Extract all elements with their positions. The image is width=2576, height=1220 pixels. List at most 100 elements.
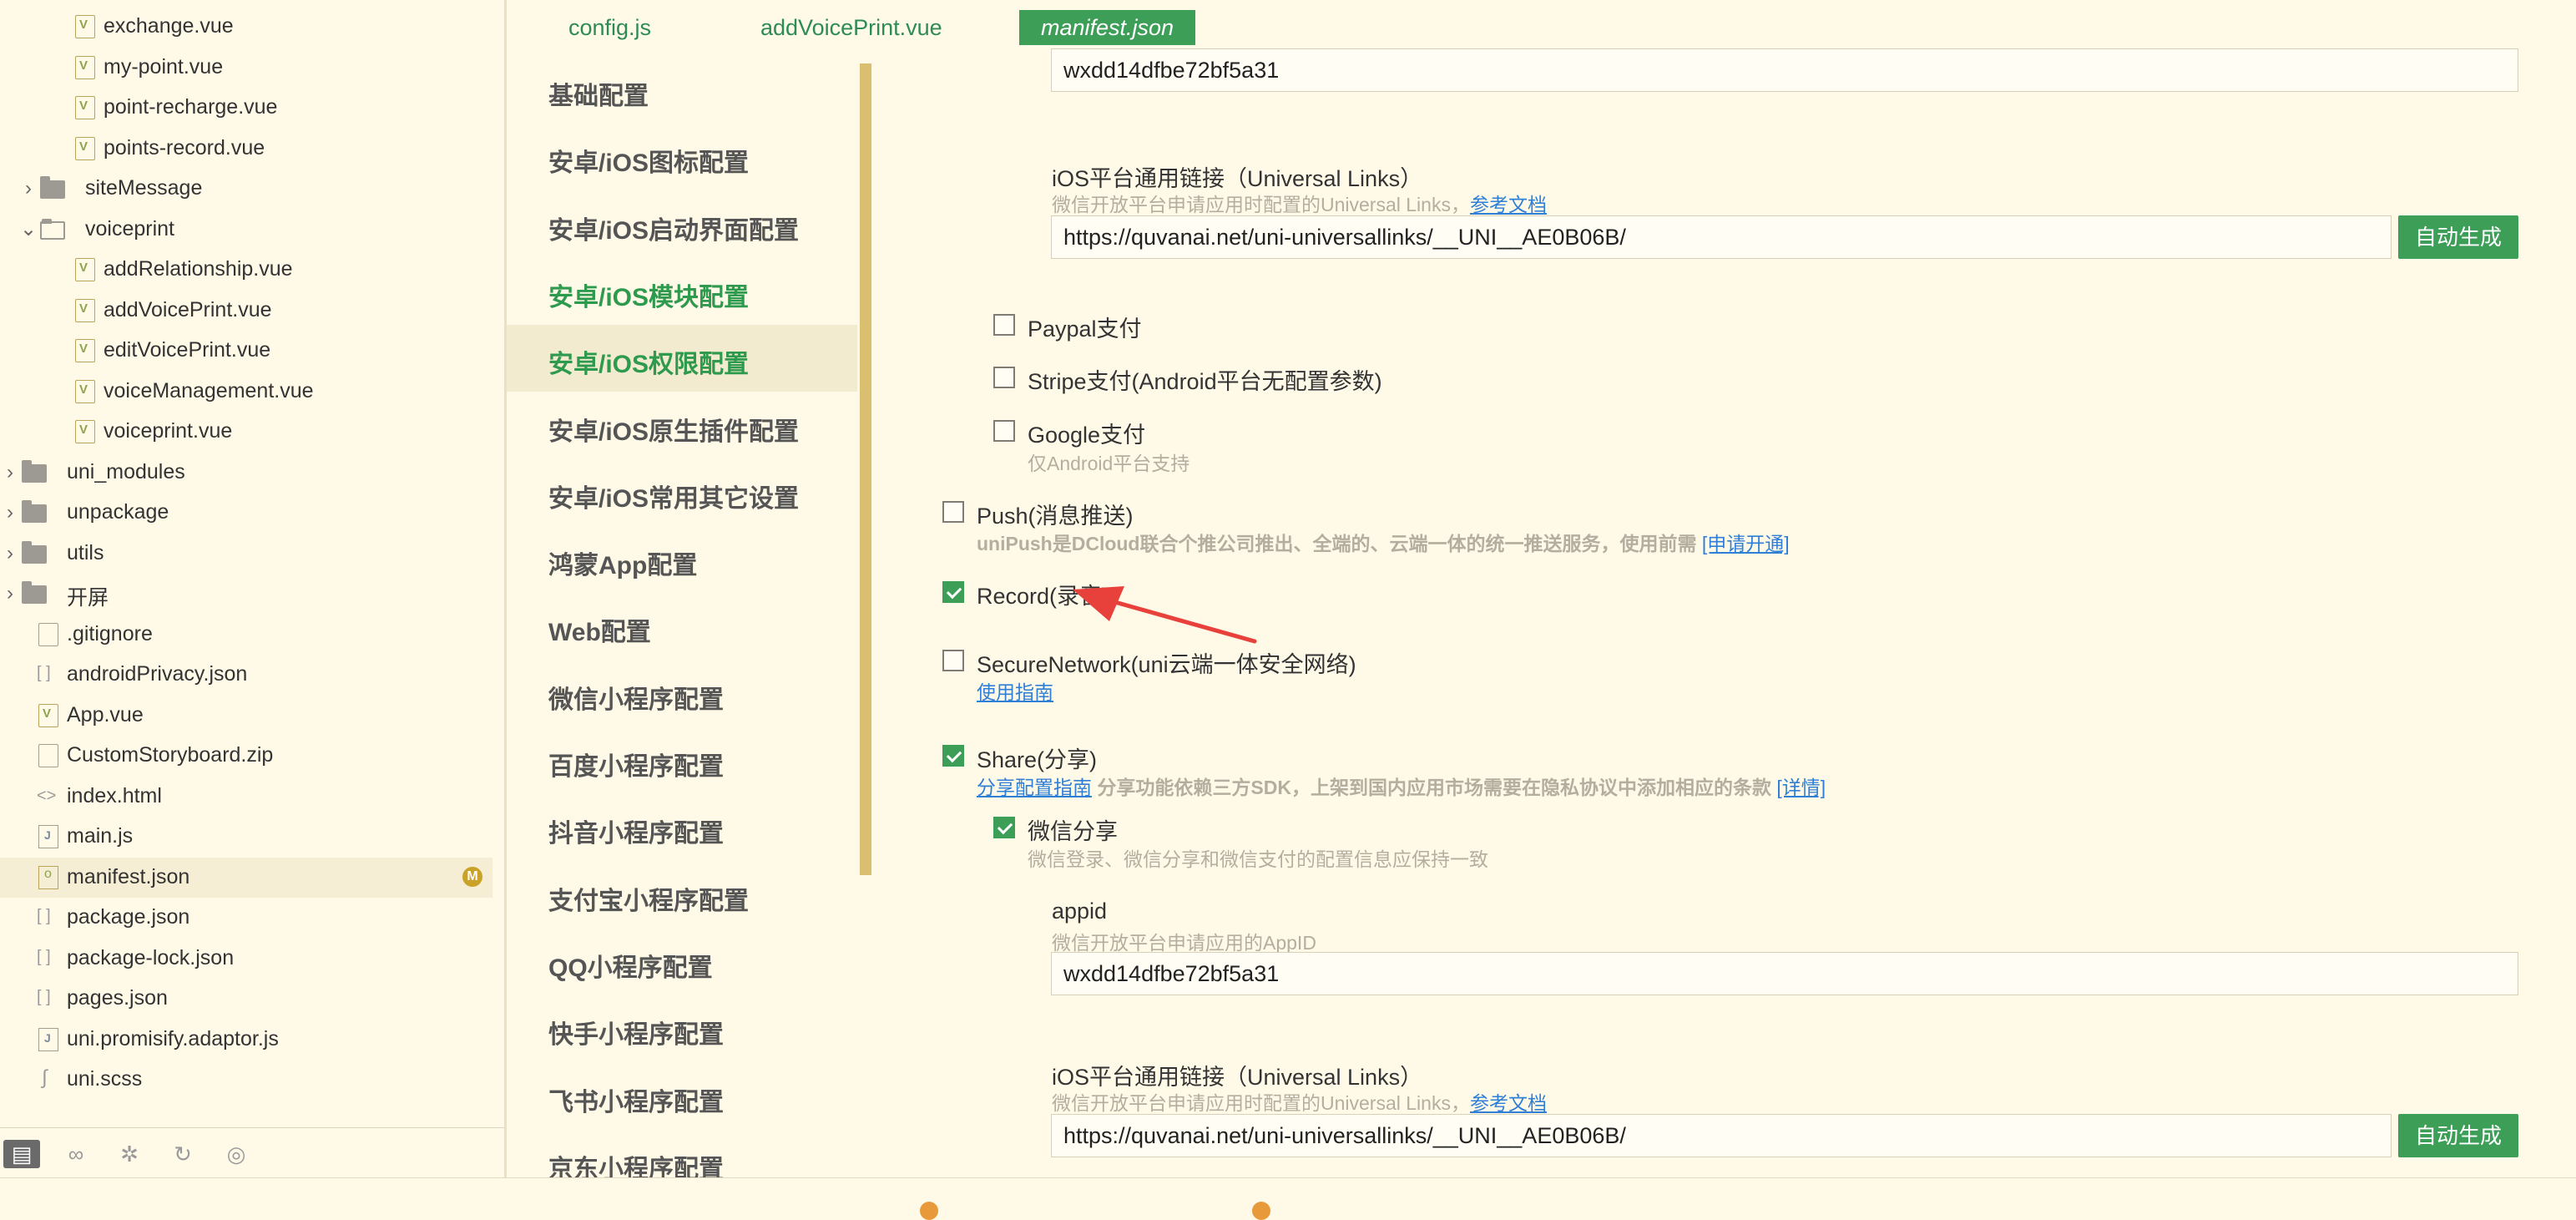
- wechat-share-label: 微信分享: [1028, 819, 1118, 844]
- wx-appid-input-top[interactable]: wxdd14dfbe72bf5a31: [1051, 48, 2518, 92]
- bug-icon[interactable]: ✲: [115, 1140, 144, 1168]
- tree-item[interactable]: main.js: [0, 817, 492, 857]
- nav-item[interactable]: 快手小程序配置: [507, 995, 857, 1062]
- tree-item[interactable]: pages.json: [0, 979, 492, 1019]
- tab-config-js[interactable]: config.js: [568, 7, 651, 48]
- reference-doc-link-2[interactable]: 参考文档: [1470, 1092, 1547, 1114]
- chevron-right-icon[interactable]: ›: [20, 177, 37, 200]
- tree-item[interactable]: uni.promisify.adaptor.js: [0, 1020, 492, 1060]
- tree-item-label: editVoicePrint.vue: [104, 338, 271, 362]
- tree-item[interactable]: androidPrivacy.json: [0, 655, 492, 695]
- push-checkbox[interactable]: [942, 501, 964, 523]
- nav-item[interactable]: 微信小程序配置: [507, 661, 857, 727]
- tree-item[interactable]: voiceprint.vue: [0, 412, 492, 452]
- google-pay-checkbox[interactable]: [993, 420, 1015, 442]
- tree-item-label: utils: [67, 540, 104, 564]
- folder-icon[interactable]: ▤: [3, 1140, 40, 1168]
- tree-item[interactable]: uni.scss: [0, 1060, 492, 1100]
- tree-item[interactable]: addRelationship.vue: [0, 250, 492, 290]
- universal-links-input-1[interactable]: https://quvanai.net/uni-universallinks/_…: [1051, 215, 2392, 259]
- chevron-right-icon[interactable]: ›: [2, 461, 18, 484]
- push-label: Push(消息推送): [977, 504, 1134, 529]
- tree-item[interactable]: App.vue: [0, 696, 492, 736]
- tree-item[interactable]: exchange.vue: [0, 7, 492, 47]
- tree-item[interactable]: index.html: [0, 777, 492, 817]
- nav-item[interactable]: 安卓/iOS常用其它设置: [507, 459, 857, 526]
- chevron-right-icon[interactable]: ›: [2, 501, 18, 524]
- nav-scrollbar[interactable]: [860, 63, 871, 875]
- globe-icon[interactable]: ◎: [222, 1140, 250, 1168]
- nav-item[interactable]: 基础配置: [507, 57, 857, 124]
- tree-item[interactable]: › siteMessage: [0, 169, 492, 209]
- nav-item[interactable]: 安卓/iOS图标配置: [507, 124, 857, 190]
- vue-file-icon: [75, 420, 95, 443]
- modified-badge: M: [462, 866, 482, 887]
- tree-item[interactable]: › 开屏: [0, 574, 492, 614]
- vue-file-icon: [38, 703, 58, 727]
- secure-network-checkbox[interactable]: [942, 650, 964, 671]
- nav-item-label: 支付宝小程序配置: [548, 887, 749, 915]
- share-checkbox[interactable]: [942, 745, 964, 767]
- tree-item[interactable]: points-record.vue: [0, 129, 492, 169]
- tree-item-label: voiceManagement.vue: [104, 378, 314, 402]
- wechat-share-hint: 微信登录、微信分享和微信支付的配置信息应保持一致: [1028, 848, 1488, 870]
- tree-item[interactable]: package-lock.json: [0, 939, 492, 979]
- usage-guide-link[interactable]: 使用指南: [977, 681, 1053, 703]
- share-hint: 分享配置指南 分享功能依赖三方SDK，上架到国内应用市场需要在隐私协议中添加相应…: [977, 777, 1826, 798]
- chevron-right-icon[interactable]: ›: [2, 542, 18, 565]
- paypal-checkbox[interactable]: [993, 314, 1015, 336]
- tree-item[interactable]: ⌄ voiceprint: [0, 210, 492, 250]
- cfg-file-icon: [38, 865, 58, 889]
- tree-item-label: CustomStoryboard.zip: [67, 743, 274, 767]
- tree-item[interactable]: editVoicePrint.vue: [0, 331, 492, 371]
- nav-item[interactable]: QQ小程序配置: [507, 929, 857, 995]
- apply-push-link[interactable]: [申请开通]: [1702, 533, 1790, 554]
- tree-item-label: main.js: [67, 824, 134, 848]
- share-detail-link[interactable]: [详情]: [1776, 777, 1826, 798]
- tab-manifest-json[interactable]: manifest.json: [1019, 10, 1196, 45]
- nav-item[interactable]: 安卓/iOS权限配置: [507, 325, 857, 392]
- chevron-right-icon[interactable]: ›: [2, 582, 18, 605]
- reference-doc-link-1[interactable]: 参考文档: [1470, 194, 1547, 215]
- nav-item[interactable]: 安卓/iOS原生插件配置: [507, 392, 857, 459]
- wechat-share-checkbox[interactable]: [993, 817, 1015, 838]
- vue-file-icon: [75, 298, 95, 322]
- nav-item[interactable]: 抖音小程序配置: [507, 794, 857, 861]
- nav-item[interactable]: 安卓/iOS模块配置: [507, 258, 857, 325]
- wx-appid-input[interactable]: wxdd14dfbe72bf5a31: [1051, 952, 2518, 995]
- auto-generate-button-1[interactable]: 自动生成: [2398, 215, 2518, 259]
- share-label: Share(分享): [977, 747, 1098, 772]
- nav-item[interactable]: Web配置: [507, 593, 857, 660]
- tree-item[interactable]: point-recharge.vue: [0, 88, 492, 128]
- tree-item[interactable]: voiceManagement.vue: [0, 372, 492, 412]
- tree-item[interactable]: manifest.json M: [0, 857, 492, 898]
- tree-item[interactable]: package.json: [0, 898, 492, 938]
- binoculars-icon[interactable]: ∞: [62, 1140, 90, 1168]
- tree-item-label: App.vue: [67, 702, 144, 726]
- auto-generate-button-2[interactable]: 自动生成: [2398, 1114, 2518, 1157]
- tree-item-label: exchange.vue: [104, 14, 234, 38]
- nav-item[interactable]: 飞书小程序配置: [507, 1063, 857, 1130]
- chevron-down-icon[interactable]: ⌄: [20, 218, 37, 241]
- stripe-checkbox[interactable]: [993, 367, 1015, 388]
- share-guide-link[interactable]: 分享配置指南: [977, 777, 1092, 798]
- nav-item[interactable]: 百度小程序配置: [507, 727, 857, 794]
- file-file-icon: [38, 744, 58, 767]
- tree-item[interactable]: addVoicePrint.vue: [0, 291, 492, 331]
- nav-item[interactable]: 安卓/iOS启动界面配置: [507, 191, 857, 258]
- tree-item[interactable]: › uni_modules: [0, 453, 492, 493]
- tree-item[interactable]: .gitignore: [0, 615, 492, 655]
- tree-item[interactable]: CustomStoryboard.zip: [0, 736, 492, 776]
- nav-item[interactable]: 支付宝小程序配置: [507, 862, 857, 929]
- tab-addvoiceprint-vue[interactable]: addVoicePrint.vue: [760, 7, 942, 48]
- record-checkbox[interactable]: [942, 581, 964, 603]
- nav-item[interactable]: 鸿蒙App配置: [507, 526, 857, 593]
- tree-item[interactable]: my-point.vue: [0, 48, 492, 88]
- secure-network-hint: 使用指南: [977, 676, 1053, 705]
- universal-links-input-2[interactable]: https://quvanai.net/uni-universallinks/_…: [1051, 1114, 2392, 1157]
- tree-item[interactable]: › utils: [0, 534, 492, 574]
- tree-item-label: androidPrivacy.json: [67, 662, 248, 686]
- folder-icon: [22, 459, 47, 483]
- tree-item[interactable]: › unpackage: [0, 493, 492, 533]
- refresh-icon[interactable]: ↻: [169, 1140, 197, 1168]
